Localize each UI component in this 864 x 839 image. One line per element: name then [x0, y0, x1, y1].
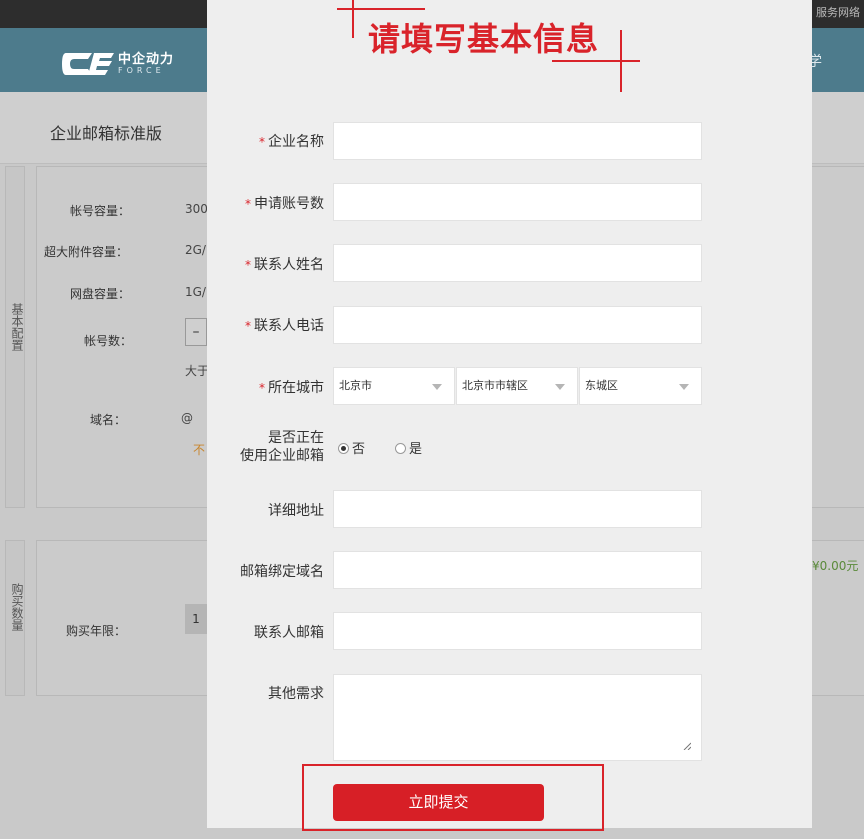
- page-title: 企业邮箱标准版: [50, 124, 163, 143]
- using-email-label: 是否正在 使用企业邮箱: [240, 430, 324, 464]
- radio-unchecked-icon[interactable]: [395, 443, 406, 454]
- account-capacity-label: 帐号容量：: [70, 204, 131, 218]
- district-select-value: 北京市市辖区: [462, 379, 528, 392]
- contact-name-label: * 联系人姓名: [245, 257, 324, 273]
- county-select-value: 东城区: [585, 379, 618, 392]
- required-asterisk: *: [245, 258, 251, 272]
- account-count-label: 帐号数：: [84, 334, 133, 348]
- contact-email-input[interactable]: [333, 612, 702, 650]
- annotation-line: [620, 30, 622, 92]
- account-count-label: * 申请账号数: [245, 196, 324, 212]
- city-label: * 所在城市: [259, 380, 324, 396]
- radio-option-no[interactable]: 否: [338, 438, 365, 457]
- purchase-side-label: 购买数量: [10, 583, 24, 631]
- logo-text-cn: 中企动力: [118, 52, 175, 67]
- contact-name-input[interactable]: [333, 244, 702, 282]
- config-side-tab: 基本配置: [5, 166, 25, 508]
- company-name-label: * 企业名称: [259, 134, 324, 150]
- required-asterisk: *: [245, 319, 251, 333]
- annotation-line: [337, 8, 425, 10]
- top-bar-link[interactable]: 服务网络: [816, 4, 860, 20]
- purchase-year-label: 购买年限：: [66, 624, 127, 638]
- bound-domain-label: 邮箱绑定域名: [240, 564, 324, 580]
- county-select[interactable]: 东城区: [579, 367, 702, 405]
- company-name-input[interactable]: [333, 122, 702, 160]
- attachment-capacity-label: 超大附件容量：: [44, 245, 129, 259]
- contact-email-label: 联系人邮箱: [254, 625, 324, 641]
- annotation-line: [352, 0, 354, 38]
- purchase-side-tab: 购买数量: [5, 540, 25, 696]
- chevron-down-icon: [555, 384, 565, 390]
- account-count-input[interactable]: [333, 183, 702, 221]
- logo-text-en: FORCE: [118, 66, 165, 75]
- chevron-down-icon: [679, 384, 689, 390]
- chevron-down-icon: [432, 384, 442, 390]
- required-asterisk: *: [245, 197, 251, 211]
- required-asterisk: *: [259, 381, 265, 395]
- disk-capacity-value: 1G/: [185, 285, 206, 299]
- purchase-panel: [36, 540, 208, 696]
- contact-phone-label: * 联系人电话: [245, 318, 324, 334]
- required-asterisk: *: [259, 135, 265, 149]
- other-needs-textarea[interactable]: [333, 674, 702, 761]
- contact-phone-input[interactable]: [333, 306, 702, 344]
- resize-grip-icon[interactable]: [683, 742, 691, 750]
- annotation-line: [552, 60, 640, 62]
- province-select[interactable]: 北京市: [333, 367, 455, 405]
- district-select[interactable]: 北京市市辖区: [456, 367, 578, 405]
- domain-at-sign: @: [181, 411, 193, 425]
- province-select-value: 北京市: [339, 379, 372, 392]
- radio-checked-icon[interactable]: [338, 443, 349, 454]
- radio-option-yes[interactable]: 是: [395, 438, 422, 457]
- address-input[interactable]: [333, 490, 702, 528]
- config-side-label: 基本配置: [10, 303, 24, 351]
- address-label: 详细地址: [268, 503, 324, 519]
- other-needs-label: 其他需求: [268, 686, 324, 702]
- domain-label: 域名：: [90, 413, 127, 427]
- disk-capacity-label: 网盘容量：: [70, 287, 131, 301]
- price-value: ¥0.00元: [812, 559, 859, 573]
- annotation-highlight-box: [302, 764, 604, 831]
- modal-title: 请填写基本信息: [368, 20, 600, 58]
- bound-domain-input[interactable]: [333, 551, 702, 589]
- right-config-panel: [812, 166, 864, 508]
